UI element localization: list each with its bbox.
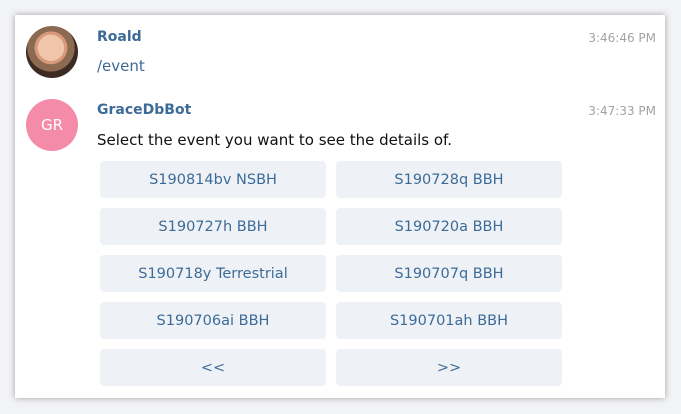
chat-window: Roald 3:46:46 PM /event GR GraceDbBot 3:… — [15, 15, 665, 398]
event-button-s190706ai[interactable]: S190706ai BBH — [100, 302, 326, 339]
message-text[interactable]: /event — [97, 57, 145, 75]
bot-avatar[interactable]: GR — [26, 99, 78, 151]
sender-name[interactable]: GraceDbBot — [97, 102, 191, 118]
sender-name[interactable]: Roald — [97, 29, 142, 45]
event-button-s190720a[interactable]: S190720a BBH — [336, 208, 562, 245]
avatar-initials: GR — [40, 116, 64, 134]
event-button-s190707q[interactable]: S190707q BBH — [336, 255, 562, 292]
event-button-s190701ah[interactable]: S190701ah BBH — [336, 302, 562, 339]
event-button-s190718y[interactable]: S190718y Terrestrial — [100, 255, 326, 292]
next-page-button[interactable]: >> — [336, 349, 562, 386]
user-avatar[interactable] — [26, 26, 78, 78]
inline-keyboard: S190814bv NSBH S190728q BBH S190727h BBH… — [100, 161, 562, 386]
message-text: Select the event you want to see the det… — [97, 131, 452, 149]
event-button-s190728q[interactable]: S190728q BBH — [336, 161, 562, 198]
event-button-s190727h[interactable]: S190727h BBH — [100, 208, 326, 245]
message-roald: Roald 3:46:46 PM /event — [15, 15, 665, 85]
previous-page-button[interactable]: << — [100, 349, 326, 386]
event-button-s190814bv[interactable]: S190814bv NSBH — [100, 161, 326, 198]
message-timestamp: 3:46:46 PM — [588, 31, 656, 45]
message-timestamp: 3:47:33 PM — [588, 104, 656, 118]
